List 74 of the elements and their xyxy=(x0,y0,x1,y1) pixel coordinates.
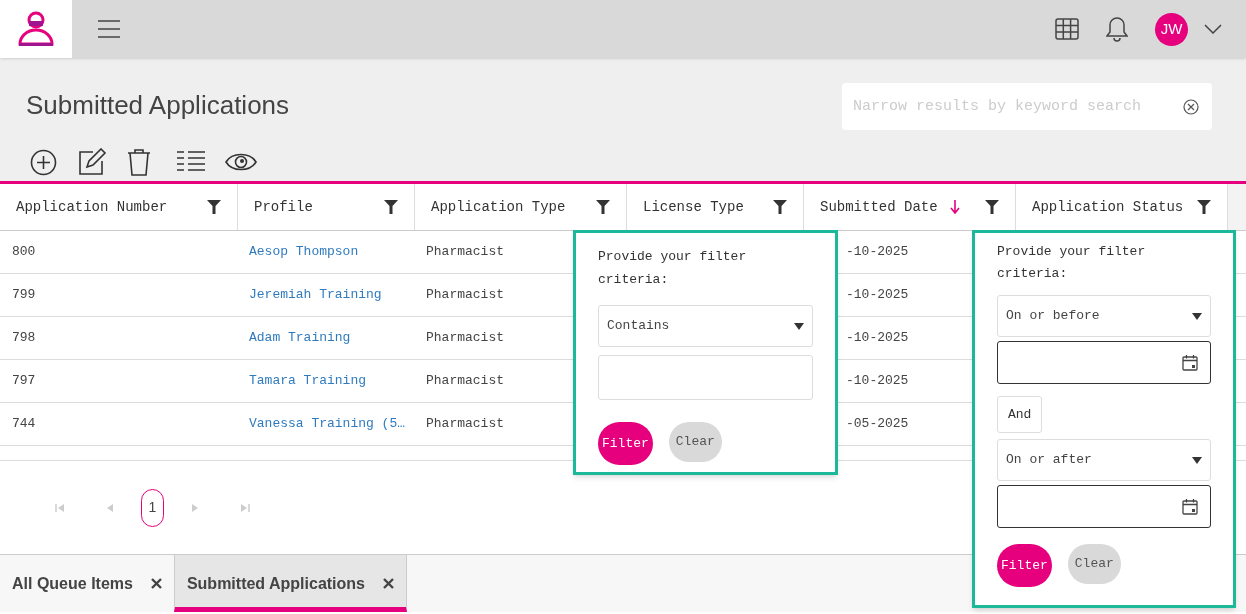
table-cell: -10-2025 xyxy=(846,244,909,260)
column-header[interactable]: Application Status xyxy=(1032,196,1184,218)
filter-icon[interactable] xyxy=(773,200,787,214)
table-cell: -05-2025 xyxy=(846,416,909,432)
operator-dropdown[interactable]: On or before xyxy=(997,295,1211,337)
filter-icon[interactable] xyxy=(384,200,398,214)
calendar-icon[interactable] xyxy=(1182,498,1198,515)
profile-link[interactable]: Aesop Thompson xyxy=(249,244,359,260)
dropdown-value: On or after xyxy=(1006,451,1092,470)
filter-prompt: Provide your filter criteria: xyxy=(598,248,748,289)
tab-label[interactable]: Submitted Applications xyxy=(186,571,365,596)
close-icon[interactable] xyxy=(383,578,394,589)
operator-dropdown[interactable]: On or after xyxy=(997,439,1211,481)
filter-icon[interactable] xyxy=(207,200,221,214)
dropdown-value: On or before xyxy=(1006,307,1100,326)
table-cell: Pharmacist xyxy=(426,287,504,303)
filter-icon[interactable] xyxy=(596,200,610,214)
column-header[interactable]: Submitted Date xyxy=(820,196,938,218)
sort-arrow-icon[interactable] xyxy=(949,200,960,214)
table-cell: -10-2025 xyxy=(846,287,909,303)
column-header[interactable]: Application Number xyxy=(16,196,168,218)
columns-icon[interactable] xyxy=(177,150,205,174)
clear-button[interactable]: Clear xyxy=(1067,544,1121,584)
filter-prompt: Provide your filter criteria: xyxy=(997,243,1147,283)
add-icon[interactable] xyxy=(30,148,57,176)
profile-link[interactable]: Jeremiah Training xyxy=(249,287,382,303)
table-cell: -10-2025 xyxy=(846,373,909,389)
filter-icon[interactable] xyxy=(1197,200,1211,214)
table-cell: -10-2025 xyxy=(846,330,909,346)
dropdown-caret-icon[interactable] xyxy=(794,322,804,330)
table-cell: Pharmacist xyxy=(426,330,504,346)
table-cell: Pharmacist xyxy=(426,244,504,260)
tab[interactable]: Submitted Applications xyxy=(173,555,407,612)
bell-icon[interactable] xyxy=(1106,16,1128,42)
table-cell: Pharmacist xyxy=(426,373,504,389)
filter-value-field[interactable] xyxy=(598,355,813,400)
filter-icon[interactable] xyxy=(985,200,999,214)
table-cell: Pharmacist xyxy=(426,416,504,432)
edit-icon[interactable] xyxy=(77,148,107,176)
and-button[interactable]: And xyxy=(997,396,1043,433)
column-header[interactable]: License Type xyxy=(643,196,744,218)
chevron-down-icon[interactable] xyxy=(1204,24,1222,34)
dropdown-caret-icon[interactable] xyxy=(1192,456,1202,464)
clear-icon[interactable] xyxy=(1183,99,1199,115)
tab-label[interactable]: All Queue Items xyxy=(12,571,133,596)
date-field[interactable] xyxy=(997,485,1211,528)
table-cell: 744 xyxy=(12,416,36,432)
date-field[interactable] xyxy=(997,341,1211,384)
profile-link[interactable]: Tamara Training xyxy=(249,373,367,389)
menu-icon[interactable] xyxy=(98,20,120,38)
table-cell: 798 xyxy=(12,330,36,346)
profile-link[interactable]: Vanessa Training (5… xyxy=(249,416,406,432)
trash-icon[interactable] xyxy=(127,148,151,176)
filter-button[interactable]: Filter xyxy=(997,544,1052,587)
operator-dropdown[interactable]: Contains xyxy=(598,305,813,347)
filter-button[interactable]: Filter xyxy=(598,422,653,465)
table-cell: 797 xyxy=(12,373,36,389)
profile-link[interactable]: Adam Training xyxy=(249,330,351,346)
table-cell: 800 xyxy=(12,244,36,260)
person-logo-icon xyxy=(16,10,56,48)
tab[interactable]: All Queue Items xyxy=(0,555,174,612)
user-avatar[interactable]: JW xyxy=(1155,12,1188,46)
dropdown-value: Contains xyxy=(607,317,670,336)
dropdown-caret-icon[interactable] xyxy=(1192,312,1202,320)
calendar-icon[interactable] xyxy=(1182,354,1198,371)
column-header[interactable]: Application Type xyxy=(431,196,566,218)
eye-icon[interactable] xyxy=(225,151,257,173)
grid-icon[interactable] xyxy=(1055,18,1079,40)
clear-button[interactable]: Clear xyxy=(668,422,722,462)
scrollbar-track[interactable] xyxy=(1228,184,1246,230)
column-header[interactable]: Profile xyxy=(254,196,313,218)
table-cell: 799 xyxy=(12,287,36,303)
close-icon[interactable] xyxy=(150,578,162,589)
page-title: Submitted Applications xyxy=(26,89,290,122)
